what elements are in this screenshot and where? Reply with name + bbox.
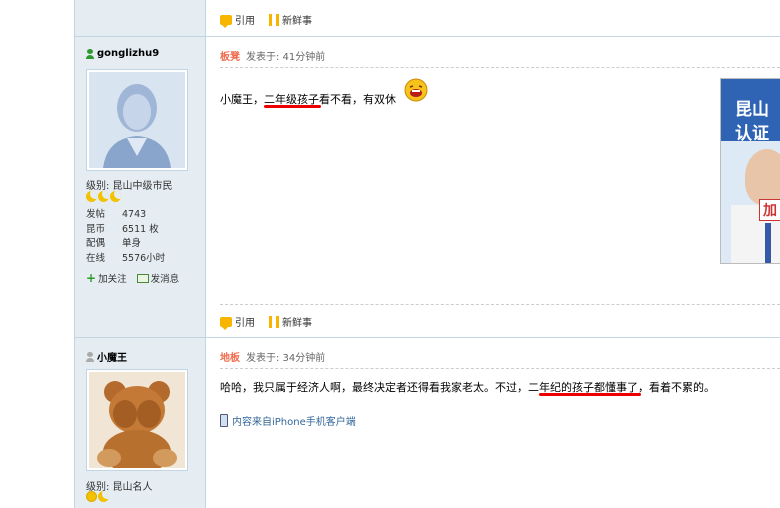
previous-post-actions: 引用 新鲜事	[220, 12, 312, 28]
red-underline-annotation	[539, 393, 641, 396]
post2-avatar[interactable]	[86, 369, 188, 474]
post2-header: 地板 发表于: 34分钟前	[220, 349, 325, 364]
stat-row: 配偶 单身	[86, 238, 142, 249]
teddy-bear-avatar-icon	[89, 372, 185, 474]
red-underline-annotation	[264, 105, 321, 108]
mobile-client-link[interactable]: 内容来自iPhone手机客户端	[220, 413, 356, 428]
post2-rank-icons	[86, 491, 109, 502]
fresh-button[interactable]: 新鲜事	[269, 314, 312, 329]
message-button[interactable]: 发消息	[136, 271, 179, 285]
sun-icon	[86, 491, 97, 502]
ad-text: 认证	[735, 124, 769, 144]
post1-stats: 发帖 4743 昆币 6511 枚 配偶 单身 在线 5576小时	[86, 208, 165, 266]
quote-icon	[220, 316, 232, 330]
stat-row: 发帖 4743	[86, 209, 147, 220]
default-avatar-icon	[89, 72, 185, 168]
forum-thread: 引用 新鲜事 gonglizhu9 级别: 昆山中级市民 发帖 4743 昆币 65…	[74, 0, 780, 508]
post1-actions: 引用 新鲜事	[220, 314, 312, 330]
advertisement-banner[interactable]: 昆山 认证 加	[720, 78, 780, 264]
previous-post-sidebar	[74, 0, 206, 37]
plus-icon: +	[86, 271, 97, 285]
post2-username[interactable]: 小魔王	[86, 349, 127, 364]
user-online-icon	[86, 48, 94, 59]
stat-row: 在线 5576小时	[86, 252, 166, 264]
post1-rank-icons	[86, 191, 121, 202]
post1-header: 板凳 发表于: 41分钟前	[220, 48, 325, 63]
post-time: 发表于: 41分钟前	[246, 52, 326, 63]
header-divider	[220, 368, 780, 370]
laughing-emoji-icon	[404, 78, 428, 102]
post1-avatar[interactable]	[86, 69, 188, 171]
quote-button[interactable]: 引用	[220, 12, 255, 28]
post1-username[interactable]: gonglizhu9	[86, 48, 159, 59]
moon-icon	[98, 191, 109, 202]
header-divider	[220, 67, 780, 69]
fresh-icon	[269, 315, 279, 328]
stat-row: 昆币 6511 枚	[86, 223, 159, 235]
post2-content: 哈哈，我只属于经济人啊，最终决定者还得看我家老太。不过，二年纪的孩子都懂事了，看…	[220, 381, 715, 394]
quote-icon	[220, 14, 232, 28]
phone-icon	[220, 414, 228, 427]
follow-button[interactable]: + 加关注	[86, 271, 127, 285]
fresh-icon	[269, 13, 279, 26]
user-offline-icon	[86, 351, 94, 362]
moon-icon	[98, 491, 109, 502]
post-time: 发表于: 34分钟前	[246, 353, 326, 364]
post1-user-actions: + 加关注 发消息	[86, 271, 179, 285]
fresh-button[interactable]: 新鲜事	[269, 12, 312, 27]
actions-divider	[220, 304, 780, 306]
moon-icon	[110, 191, 121, 202]
ad-text: 昆山	[735, 100, 769, 120]
envelope-icon	[136, 273, 149, 283]
floor-label[interactable]: 板凳	[220, 48, 240, 63]
ad-button: 加	[759, 199, 780, 221]
post1-level: 级别: 昆山中级市民	[86, 181, 173, 192]
moon-icon	[86, 191, 97, 202]
floor-label[interactable]: 地板	[220, 349, 240, 364]
quote-button[interactable]: 引用	[220, 314, 255, 330]
